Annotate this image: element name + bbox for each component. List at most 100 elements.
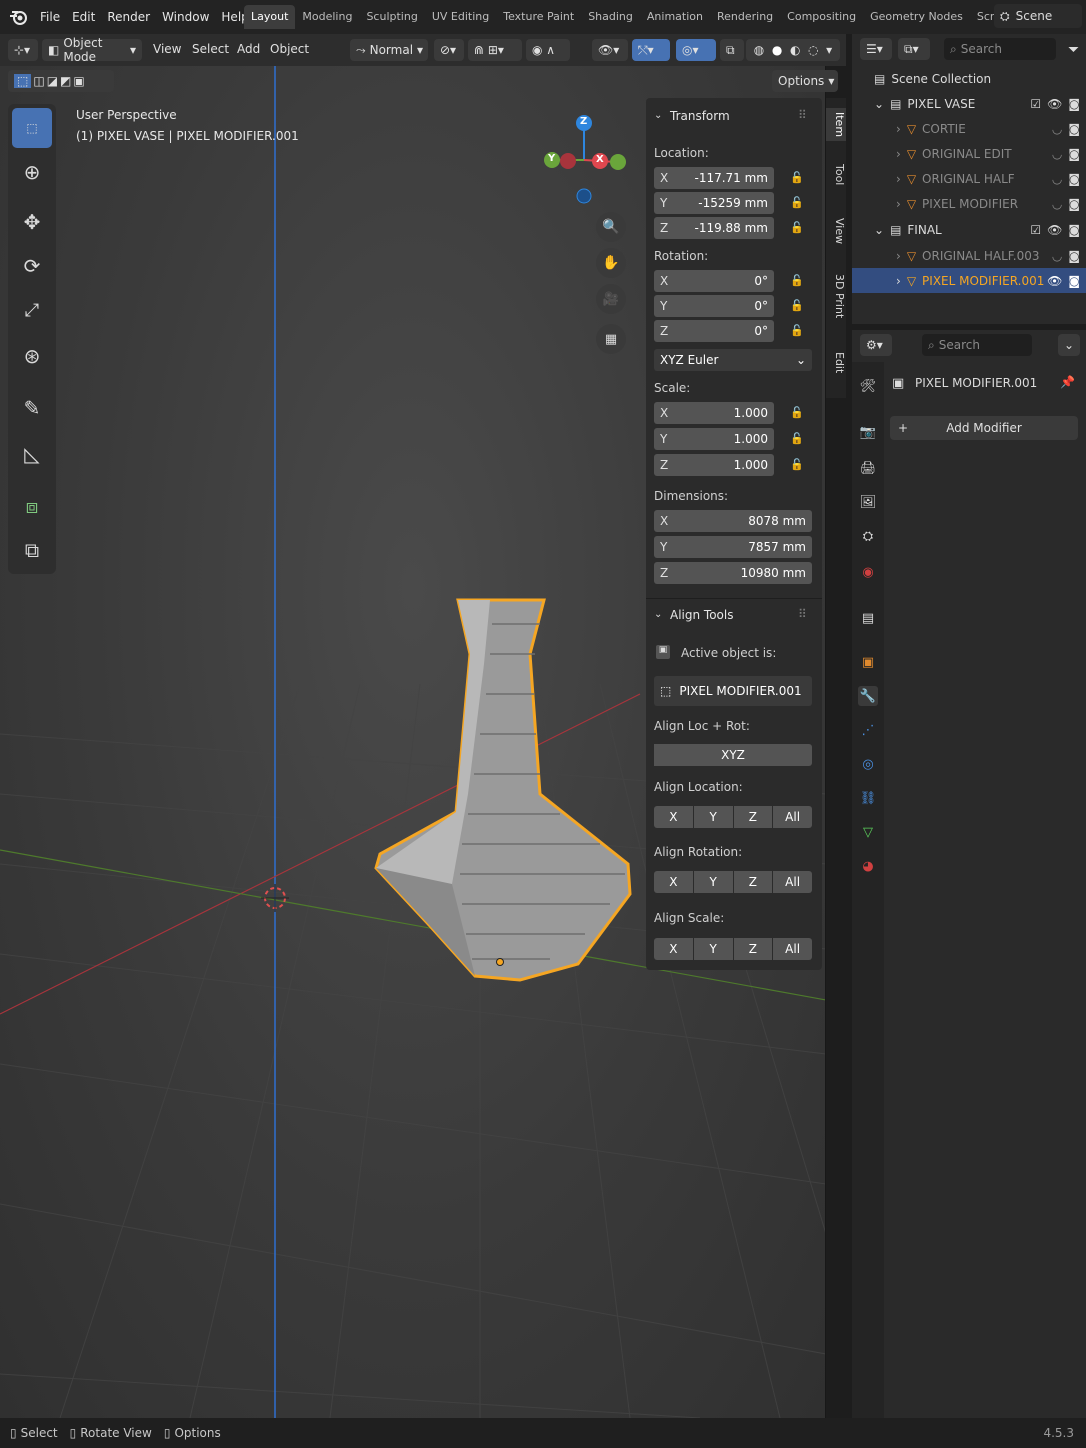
select-subtract-icon[interactable]: ◪: [47, 74, 58, 88]
select-box-tool-icon[interactable]: ⬚: [12, 108, 52, 148]
properties-editor-type-icon[interactable]: ⚙▾: [860, 334, 892, 356]
camera-icon[interactable]: ◙: [1068, 97, 1080, 111]
scale-tool-icon[interactable]: ⤢: [12, 290, 52, 330]
xray-icon[interactable]: ⧉: [720, 39, 744, 61]
material-shading-icon[interactable]: ◐: [790, 43, 800, 57]
align-scale-all-button[interactable]: All: [773, 938, 812, 960]
rendered-shading-icon[interactable]: ◌: [808, 43, 818, 57]
select-invert-icon[interactable]: ◩: [60, 74, 71, 88]
active-object-field[interactable]: ⬚ PIXEL MODIFIER.001: [654, 676, 812, 706]
properties-search-input[interactable]: ⌕ Search: [922, 334, 1032, 356]
mode-dropdown[interactable]: ◧ Object Mode ▾: [42, 36, 142, 64]
location-z-field[interactable]: Z -119.88 mm: [654, 217, 774, 239]
outliner-row-original-edit[interactable]: › ▽ ORIGINAL EDIT ◡ ◙: [852, 141, 1086, 166]
select-extend-icon[interactable]: ◫: [33, 74, 44, 88]
expand-chevron-icon[interactable]: ⌄: [874, 223, 884, 237]
outliner-row-pixel-modifier-001[interactable]: › ▽ PIXEL MODIFIER.001 👁 ◙: [852, 268, 1086, 293]
expand-chevron-icon[interactable]: ›: [896, 147, 901, 161]
rotation-z-field[interactable]: Z 0°: [654, 320, 774, 342]
outliner-row-original-half[interactable]: › ▽ ORIGINAL HALF ◡ ◙: [852, 166, 1086, 191]
drag-handle-icon[interactable]: ⠿: [798, 108, 807, 122]
checkbox-icon[interactable]: ☑: [1030, 97, 1041, 111]
constraints-tab-icon[interactable]: ⛓: [858, 788, 878, 808]
tab-view[interactable]: View: [826, 218, 846, 244]
pivot-icon[interactable]: ⊘▾: [434, 39, 464, 61]
lock-icon[interactable]: 🔓: [790, 299, 806, 313]
overlay-toggle-icon[interactable]: ◎▾: [676, 39, 716, 61]
align-locrot-xyz-button[interactable]: XYZ: [654, 744, 812, 766]
measure-tool-icon[interactable]: ◺: [12, 434, 52, 474]
select-new-icon[interactable]: ⬚: [14, 74, 32, 88]
expand-chevron-icon[interactable]: ›: [896, 197, 901, 211]
options-dropdown[interactable]: Options ▾: [772, 70, 838, 92]
lock-icon[interactable]: 🔓: [790, 196, 806, 210]
outliner-row-original-half-003[interactable]: › ▽ ORIGINAL HALF.003 ◡ ◙: [852, 243, 1086, 268]
gizmo-toggle-icon[interactable]: ⤲▾: [632, 39, 670, 61]
lock-icon[interactable]: 🔓: [790, 171, 806, 185]
tab-shading[interactable]: Shading: [581, 5, 640, 29]
snap-icon[interactable]: ⋒ ⊞▾: [468, 39, 522, 61]
align-scale-z-button[interactable]: Z: [733, 938, 773, 960]
eye-icon[interactable]: 👁: [1047, 274, 1062, 288]
data-tab-icon[interactable]: ▽: [858, 822, 878, 842]
rotation-y-field[interactable]: Y 0°: [654, 295, 774, 317]
output-tab-icon[interactable]: 🖨: [858, 458, 878, 478]
scale-z-field[interactable]: Z 1.000: [654, 454, 774, 476]
particles-tab-icon[interactable]: ⋰: [858, 720, 878, 740]
lock-icon[interactable]: 🔓: [790, 221, 806, 235]
camera-icon[interactable]: ◙: [1068, 197, 1080, 211]
editor-type-icon[interactable]: ⊹▾: [8, 39, 38, 61]
collapse-chevron-icon[interactable]: ⌄: [654, 609, 662, 620]
chevron-down-icon[interactable]: ⌄: [1058, 334, 1080, 356]
dimension-z-field[interactable]: Z 10980 mm: [654, 562, 812, 584]
lock-icon[interactable]: 🔓: [790, 458, 806, 472]
tab-item[interactable]: Item: [826, 108, 846, 142]
physics-tab-icon[interactable]: ◎: [858, 754, 878, 774]
lock-icon[interactable]: 🔓: [790, 406, 806, 420]
camera-icon[interactable]: ◙: [1068, 223, 1080, 237]
modifier-tab-icon[interactable]: 🔧: [858, 686, 878, 706]
chevron-down-icon[interactable]: ▾: [826, 43, 832, 57]
move-tool-icon[interactable]: ✥: [12, 202, 52, 242]
expand-chevron-icon[interactable]: ⌄: [874, 97, 884, 111]
menu-edit[interactable]: Edit: [66, 10, 101, 24]
solid-shading-icon[interactable]: ●: [772, 43, 782, 57]
align-scale-y-button[interactable]: Y: [693, 938, 733, 960]
outliner-row-pixel-modifier[interactable]: › ▽ PIXEL MODIFIER ◡ ◙: [852, 191, 1086, 216]
outliner-row-final[interactable]: ⌄ ▤ FINAL ☑ 👁 ◙: [852, 217, 1086, 242]
render-tab-icon[interactable]: 📷: [858, 422, 878, 442]
display-mode-icon[interactable]: ⧉▾: [898, 38, 930, 60]
camera-icon[interactable]: ◙: [1068, 274, 1080, 288]
align-rotation-all-button[interactable]: All: [773, 871, 812, 893]
tab-layout[interactable]: Layout: [244, 5, 296, 29]
align-tools-title[interactable]: Align Tools: [670, 608, 733, 622]
tab-uv-editing[interactable]: UV Editing: [425, 5, 496, 29]
align-location-all-button[interactable]: All: [773, 806, 812, 828]
expand-chevron-icon[interactable]: ›: [896, 274, 901, 288]
expand-chevron-icon[interactable]: ›: [896, 122, 901, 136]
object-tab-icon[interactable]: ▣: [858, 652, 878, 672]
tool-tab-icon[interactable]: 🛠: [858, 376, 878, 396]
camera-icon[interactable]: ◙: [1068, 147, 1080, 161]
align-location-x-button[interactable]: X: [654, 806, 693, 828]
zoom-icon[interactable]: 🔍: [596, 212, 626, 242]
drag-handle-icon[interactable]: ⠿: [798, 607, 807, 621]
transform-tool-icon[interactable]: ⊛: [12, 336, 52, 376]
proportional-edit-icon[interactable]: ◉ ∧: [526, 39, 570, 61]
outliner-row-cortie[interactable]: › ▽ CORTIE ◡ ◙: [852, 116, 1086, 141]
cursor-tool-icon[interactable]: ⊕: [12, 152, 52, 192]
tab-animation[interactable]: Animation: [640, 5, 710, 29]
pin-icon[interactable]: 📌: [1060, 375, 1075, 389]
eye-hidden-icon[interactable]: ◡: [1052, 122, 1062, 136]
outliner-editor-type-icon[interactable]: ☰▾: [860, 38, 892, 60]
pan-hand-icon[interactable]: ✋: [596, 248, 626, 278]
menu-object[interactable]: Object: [270, 42, 309, 56]
align-location-z-button[interactable]: Z: [733, 806, 773, 828]
select-intersect-icon[interactable]: ▣: [73, 74, 84, 88]
filter-icon[interactable]: ⏷: [1068, 42, 1079, 58]
collection-tab-icon[interactable]: ▤: [858, 608, 878, 628]
scale-y-field[interactable]: Y 1.000: [654, 428, 774, 450]
eye-hidden-icon[interactable]: ◡: [1052, 249, 1062, 263]
tab-3d-print[interactable]: 3D Print: [826, 274, 846, 318]
transform-panel-title[interactable]: Transform: [670, 109, 730, 123]
